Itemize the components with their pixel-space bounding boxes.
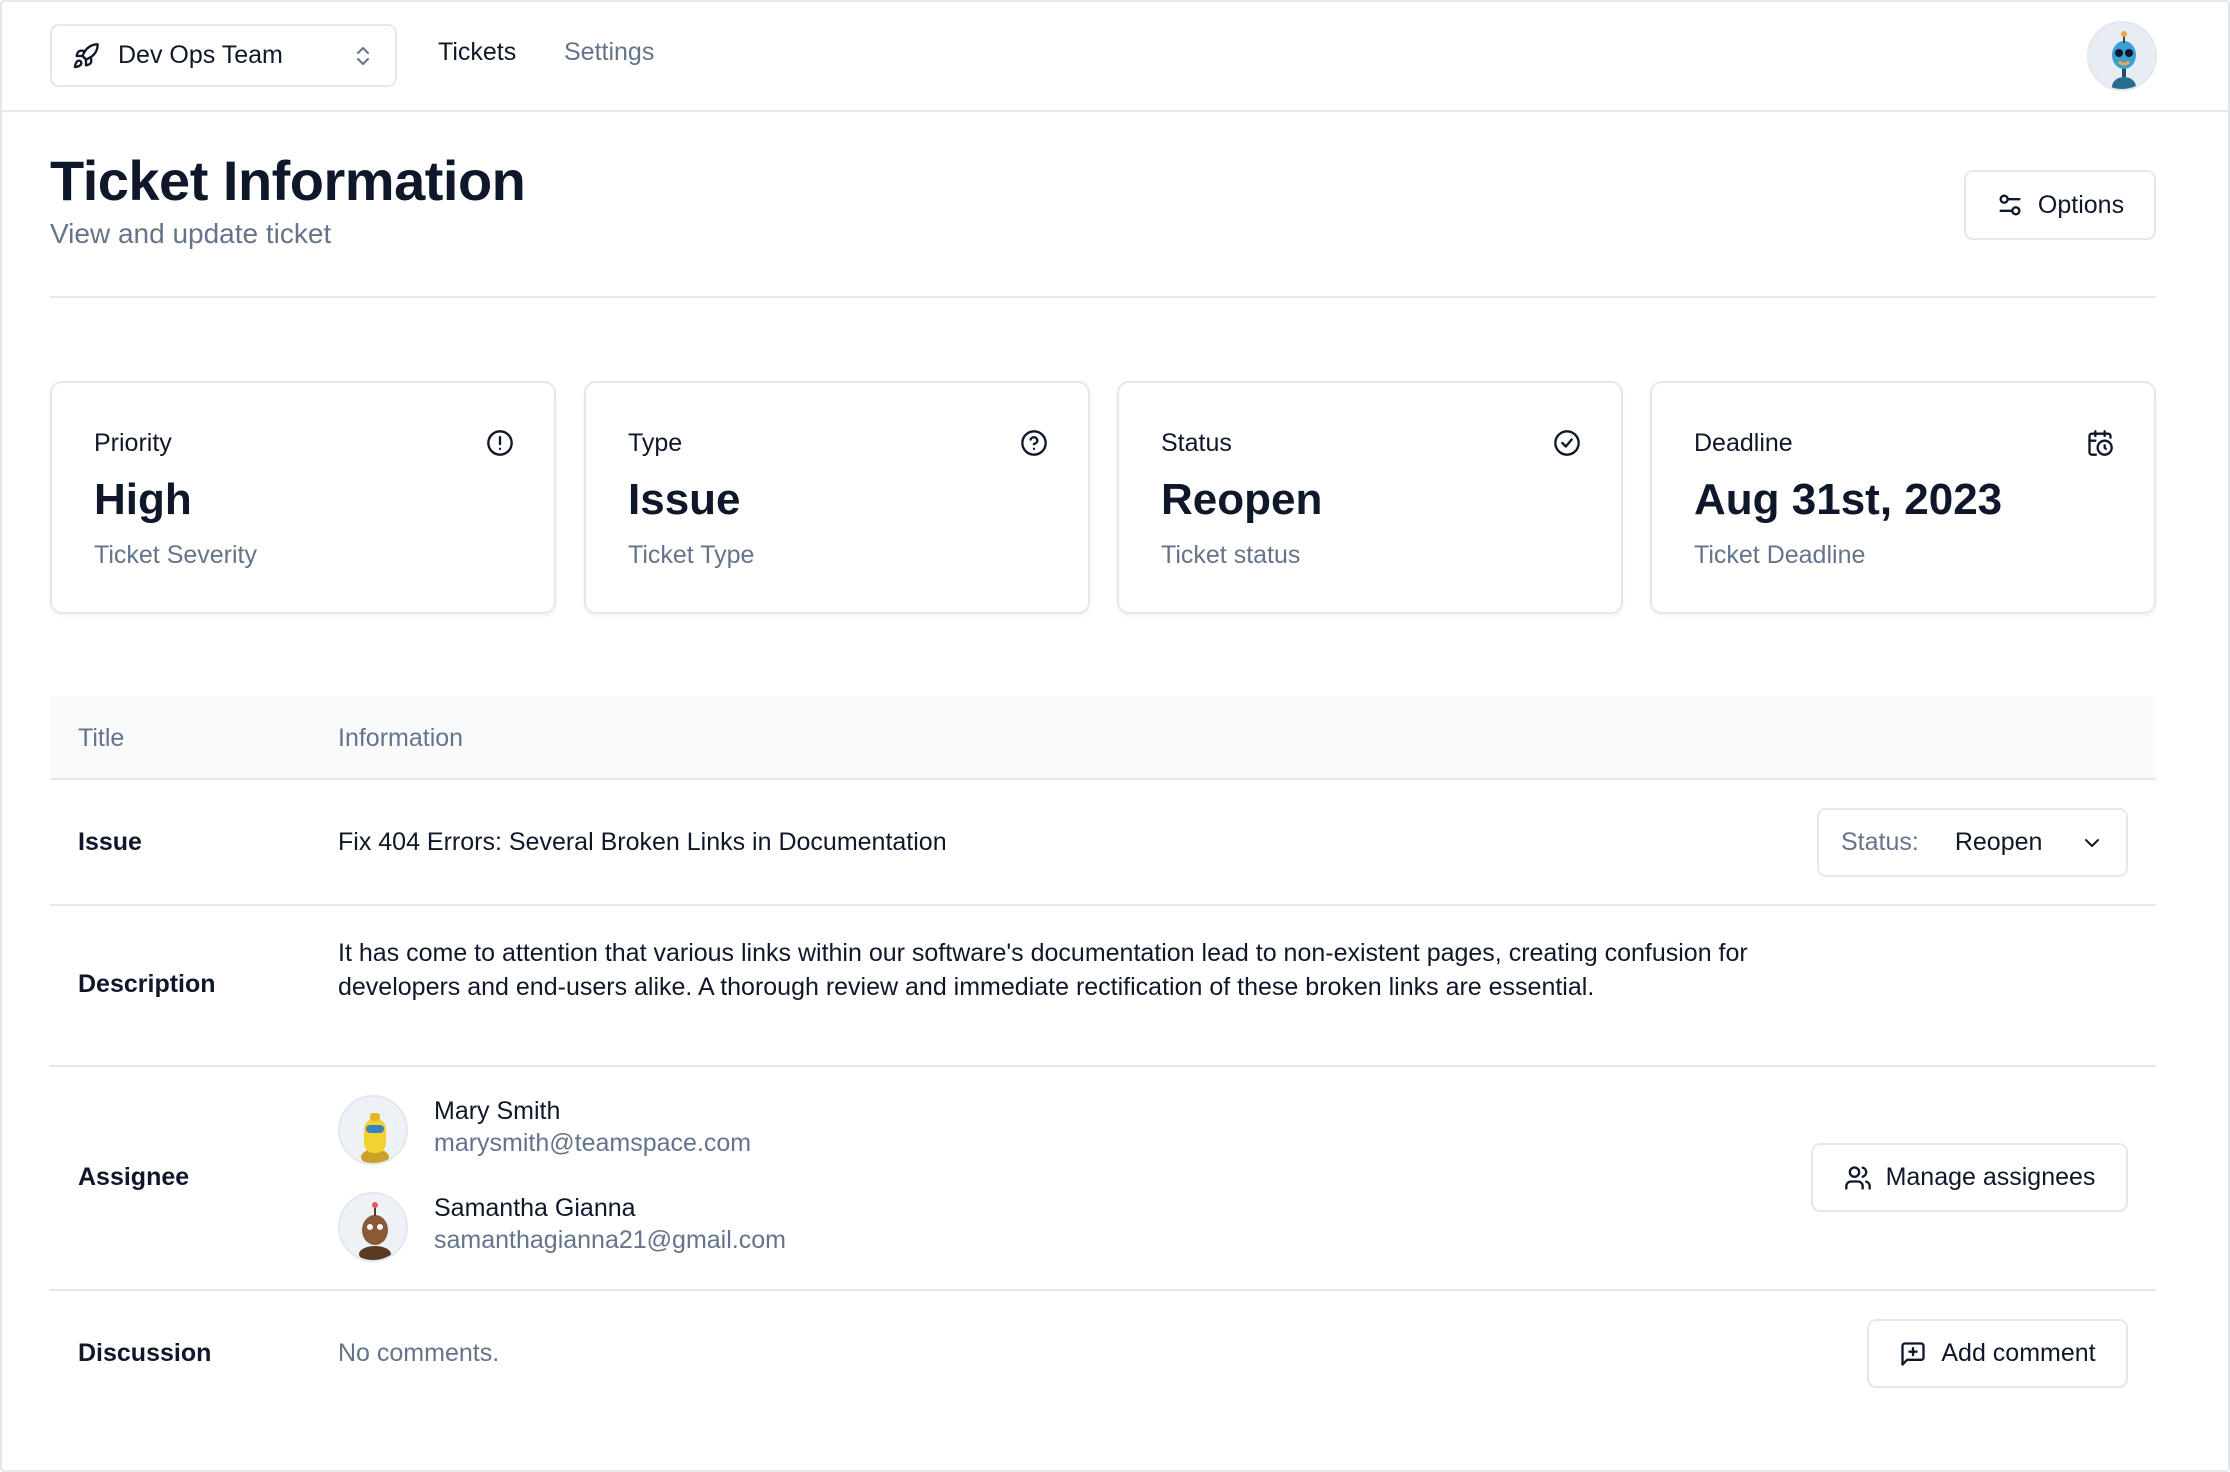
nav-settings[interactable]: Settings [564,38,654,67]
robot-avatar-icon [2089,23,2155,89]
rocket-icon [73,42,99,68]
table-row-discussion: Discussion No comments. Add comment [50,1291,2156,1417]
message-plus-icon [1901,1341,1926,1366]
card-label: Deadline [1694,429,1793,457]
card-subtext: Ticket status [1161,541,1301,569]
add-comment-label: Add comment [1941,1339,2096,1367]
table-row-description: Description It has come to attention tha… [50,906,2156,1067]
card-status: Status Reopen Ticket status [1117,381,1623,614]
table-row-issue: Issue Fix 404 Errors: Several Broken Lin… [50,780,2156,906]
assignee-name: Samantha Gianna [434,1194,636,1222]
team-switcher[interactable]: Dev Ops Team [50,24,397,87]
top-navigation: Dev Ops Team Tickets Settings [2,2,2230,112]
add-comment-button[interactable]: Add comment [1867,1319,2128,1388]
user-avatar[interactable] [2087,21,2157,91]
column-header-title: Title [78,724,125,752]
help-circle-icon [1021,430,1047,456]
manage-assignees-button[interactable]: Manage assignees [1811,1143,2128,1212]
card-deadline: Deadline Aug 31st, 2023 Ticket Deadline [1650,381,2156,614]
row-title: Issue [78,828,142,856]
chevrons-up-down-icon [357,46,369,65]
assignee-email: samanthagianna21@gmail.com [434,1226,786,1254]
assignee-email: marysmith@teamspace.com [434,1129,752,1157]
card-priority: Priority High Ticket Severity [50,381,556,614]
app-window: Dev Ops Team Tickets Settings Ticket Inf… [0,0,2230,1472]
users-icon [1844,1165,1871,1190]
options-button[interactable]: Options [1964,170,2156,240]
card-value: Aug 31st, 2023 [1694,475,2003,524]
avatar [338,1192,408,1262]
table-row-assignee: Assignee Mary Smith marysmith@teamspace.… [50,1067,2156,1291]
description-text: It has come to attention that various li… [338,939,1748,1001]
no-comments-text: No comments. [338,1339,500,1367]
robot-avatar-icon [340,1194,406,1260]
status-select-key: Status: [1841,828,1919,856]
card-label: Status [1161,429,1232,457]
check-circle-icon [1554,430,1580,456]
assignee-name: Mary Smith [434,1097,561,1125]
page-subtitle: View and update ticket [50,218,332,249]
team-name: Dev Ops Team [118,41,283,69]
card-label: Type [628,429,683,457]
issue-title: Fix 404 Errors: Several Broken Links in … [338,828,947,856]
alert-circle-icon [487,430,513,456]
row-title: Assignee [78,1163,190,1191]
row-title: Discussion [78,1339,212,1367]
card-subtext: Ticket Deadline [1694,541,1866,569]
card-label: Priority [94,429,172,457]
row-title: Description [78,970,216,998]
column-header-information: Information [338,724,464,752]
card-subtext: Ticket Severity [94,541,258,569]
table-header: Title Information [50,696,2156,780]
page-title: Ticket Information [50,149,526,212]
ticket-table: Title Information Issue Fix 404 Errors: … [50,696,2156,1417]
card-value: Reopen [1161,475,1323,524]
chevron-down-icon [2085,838,2099,847]
settings-sliders-icon [1999,194,2021,216]
robot-avatar-icon [340,1097,406,1163]
manage-assignees-label: Manage assignees [1885,1163,2096,1191]
calendar-clock-icon [2088,430,2113,456]
nav-tickets[interactable]: Tickets [438,38,516,67]
avatar [338,1095,408,1165]
card-type: Type Issue Ticket Type [584,381,1090,614]
card-value: High [94,475,192,524]
card-value: Issue [628,475,741,524]
options-label: Options [2037,190,2125,219]
header-divider [50,296,2156,298]
status-select[interactable]: Status: Reopen [1817,808,2128,877]
card-subtext: Ticket Type [628,541,755,569]
status-select-value: Reopen [1954,828,2043,856]
